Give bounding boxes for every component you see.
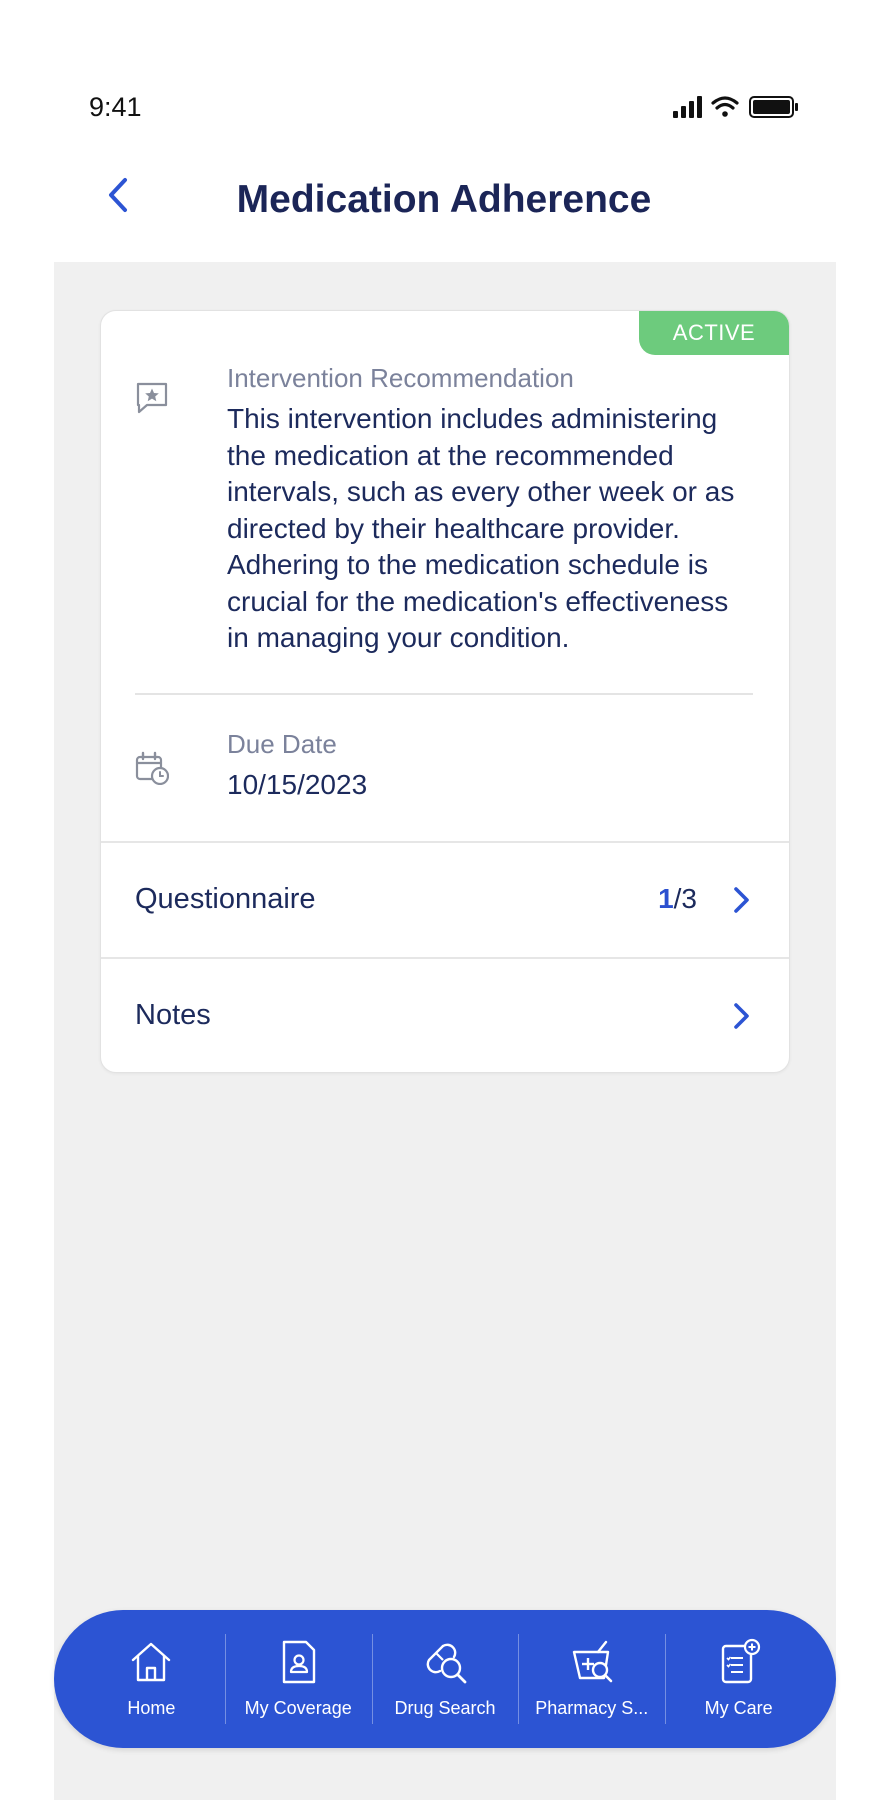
divider	[135, 693, 753, 695]
tab-label: Drug Search	[394, 1698, 496, 1718]
pill-search-icon	[426, 1643, 467, 1684]
notes-label: Notes	[135, 999, 211, 1031]
tab-label: My Care	[704, 1698, 773, 1718]
header: Medication Adherence	[0, 150, 886, 260]
notes-row[interactable]: Notes	[101, 957, 789, 1072]
questionnaire-row[interactable]: Questionnaire 1/3	[101, 841, 789, 956]
wifi-icon	[711, 96, 739, 117]
content-area: ACTIVE Intervention Recommendation This …	[54, 262, 836, 1800]
tab-my-care[interactable]: My Care	[665, 1610, 812, 1748]
battery-icon	[749, 96, 798, 118]
calendar-clock-icon	[135, 751, 169, 785]
coverage-card-icon	[282, 1640, 316, 1684]
status-badge: ACTIVE	[639, 311, 789, 355]
due-date-value: 10/15/2023	[227, 769, 368, 800]
signal-icon	[673, 96, 702, 118]
chevron-right-icon	[734, 1003, 749, 1029]
tab-my-coverage[interactable]: My Coverage	[224, 1610, 372, 1748]
bottom-tab-bar: Home My Coverage Drug Search Pharmacy S.…	[54, 1610, 836, 1748]
tab-label: My Coverage	[244, 1698, 352, 1718]
status-bar: 9:41	[0, 0, 886, 140]
recommendation-label: Intervention Recommendation	[227, 363, 574, 393]
tab-home[interactable]: Home	[78, 1610, 225, 1748]
questionnaire-current: 1	[658, 883, 674, 914]
intervention-card: ACTIVE Intervention Recommendation This …	[100, 310, 790, 1073]
due-date-label: Due Date	[227, 729, 337, 759]
status-icons	[673, 96, 798, 118]
tab-label: Home	[127, 1698, 176, 1718]
message-star-icon	[136, 382, 168, 414]
due-date-section: Due Date 10/15/2023	[135, 729, 753, 829]
page-title: Medication Adherence	[236, 178, 652, 221]
recommendation-text: This intervention includes administering…	[227, 403, 735, 653]
recommendation-section: Intervention Recommendation This interve…	[135, 363, 753, 703]
chevron-right-icon	[734, 887, 749, 913]
questionnaire-total: 3	[681, 883, 697, 914]
tab-label: Pharmacy S...	[535, 1698, 649, 1718]
tab-drug-search[interactable]: Drug Search	[371, 1610, 519, 1748]
pharmacy-search-icon	[572, 1640, 613, 1683]
home-icon	[132, 1642, 171, 1682]
questionnaire-label: Questionnaire	[135, 883, 316, 915]
status-time: 9:41	[89, 92, 142, 122]
tab-pharmacy-search[interactable]: Pharmacy S...	[518, 1610, 665, 1748]
questionnaire-progress: 1/3	[658, 883, 697, 915]
care-clipboard-icon	[721, 1638, 760, 1684]
